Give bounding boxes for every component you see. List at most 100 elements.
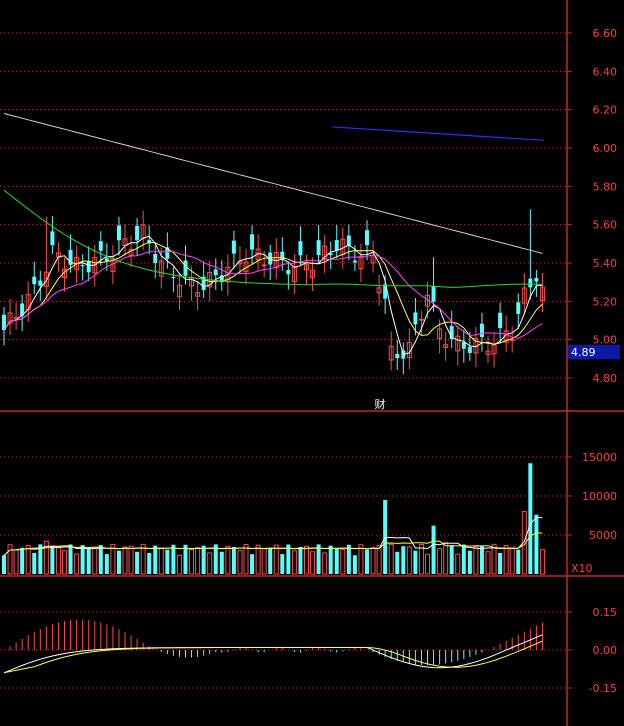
price-tick-label: 6.00 [593,142,618,155]
candle-body-up [509,339,515,342]
volume-bar-down [20,547,25,574]
volume-bar-down [165,549,170,574]
volume-bar-down [104,554,109,574]
volume-tick-label: 10000 [582,490,617,503]
candle-body-down [98,241,103,251]
volume-bar-down [231,546,236,574]
volume-bar-down [383,499,388,574]
volume-bar-down [183,544,188,574]
volume-bar-down [153,545,158,574]
volume-bar-down [431,525,436,574]
volume-bar-down [534,514,539,574]
volume-bar-down [346,544,351,574]
candle-body-down [135,225,140,241]
candle-body-down [250,234,255,250]
current-price-tag: 4.89 [568,345,620,359]
volume-bar-down [2,555,6,574]
volume-bar-down [479,546,484,574]
stock-chart: 6.60 6.40 6.20 6.00 5.80 5.60 5.40 5.20 5.00 4.80… [0,0,624,726]
candle-body-down [352,260,357,263]
volume-bar-down [498,552,503,574]
volume-bar-down [528,463,533,574]
candle-body-down [413,312,418,325]
volume-bar-down [365,549,369,574]
volume-bar-down [147,552,152,574]
volume-bar-down [171,544,176,574]
candle-body-down [183,260,188,276]
price-tick-label: 6.20 [593,104,618,117]
candle-body-up [418,318,424,321]
candle-body-up [261,264,267,267]
volume-bar-down [50,546,55,574]
volume-bar-down [328,545,333,574]
macd-tick-label: -0.15 [589,682,617,695]
volume-bar-down [413,550,418,574]
volume-bar-down [250,554,255,574]
price-tick-label: 6.60 [593,27,618,40]
candle-body-down [213,269,218,276]
volume-bar-down [116,550,121,574]
price-tick-label: 6.40 [593,65,618,78]
financial-report-marker: 财 [375,397,386,411]
price-tick-label: 5.80 [593,180,618,193]
candle-body-down [528,278,533,288]
candle-body-down [86,261,91,273]
candle-body-down [334,240,339,251]
candle-body-down [365,230,369,246]
price-tick-label: 5.00 [593,334,618,347]
candle-body-down [50,231,55,246]
volume-bar-down [316,544,321,574]
volume-tick-label: 15000 [582,451,617,464]
candle-body-down [395,353,400,359]
price-tick-label: 5.20 [593,295,618,308]
volume-bar-down [401,546,406,574]
current-price-tag-text: 4.89 [571,346,596,359]
candle-body-down [38,280,43,286]
candle-body-down [516,302,521,314]
volume-bar-down [135,551,140,574]
volume-bar-down [86,548,91,574]
volume-bar-down [352,555,357,574]
volume-bar-down [219,551,224,574]
volume-bar-down [298,546,303,574]
candle-body-down [534,277,539,282]
candle-body-down [32,276,37,285]
candle-body-down [316,240,321,256]
volume-bar-down [334,547,339,574]
volume-bar-down [467,550,472,574]
volume-tick-label: 5000 [589,529,617,542]
volume-bar-down [32,552,37,574]
candle-body-down [479,323,484,338]
candle-body-down [467,346,472,353]
volume-bar-down [280,554,285,574]
volume-bar-down [395,551,400,574]
candle-body-down [498,312,503,328]
candle-body-down [286,269,291,275]
candle-body-down [104,258,109,261]
volume-bar-down [286,544,291,574]
candle-body-down [116,225,121,241]
volume-bar-down [80,545,85,574]
candle-body-down [431,286,436,302]
volume-bar-down [98,545,103,574]
chart-background [0,0,624,726]
candle-body-down [298,241,303,256]
candle-body-down [346,235,351,246]
price-tick-label: 5.40 [593,257,618,270]
volume-bar-down [449,545,454,574]
macd-tick-label: 0.00 [593,644,618,657]
price-tick-label: 4.80 [593,372,618,385]
volume-bar-down [516,549,521,574]
candle-body-down [231,240,236,254]
volume-unit-label: X10 [571,562,593,575]
volume-bar-down [461,544,466,574]
price-tick-label: 5.60 [593,219,618,232]
macd-tick-label: 0.15 [593,606,618,619]
volume-bar-down [268,548,273,574]
candle-body-down [171,276,176,278]
volume-bar-down [201,545,206,574]
candle-body-down [80,265,85,267]
candle-body-down [461,342,466,349]
volume-bar-down [68,544,73,574]
candle-body-down [153,254,158,263]
